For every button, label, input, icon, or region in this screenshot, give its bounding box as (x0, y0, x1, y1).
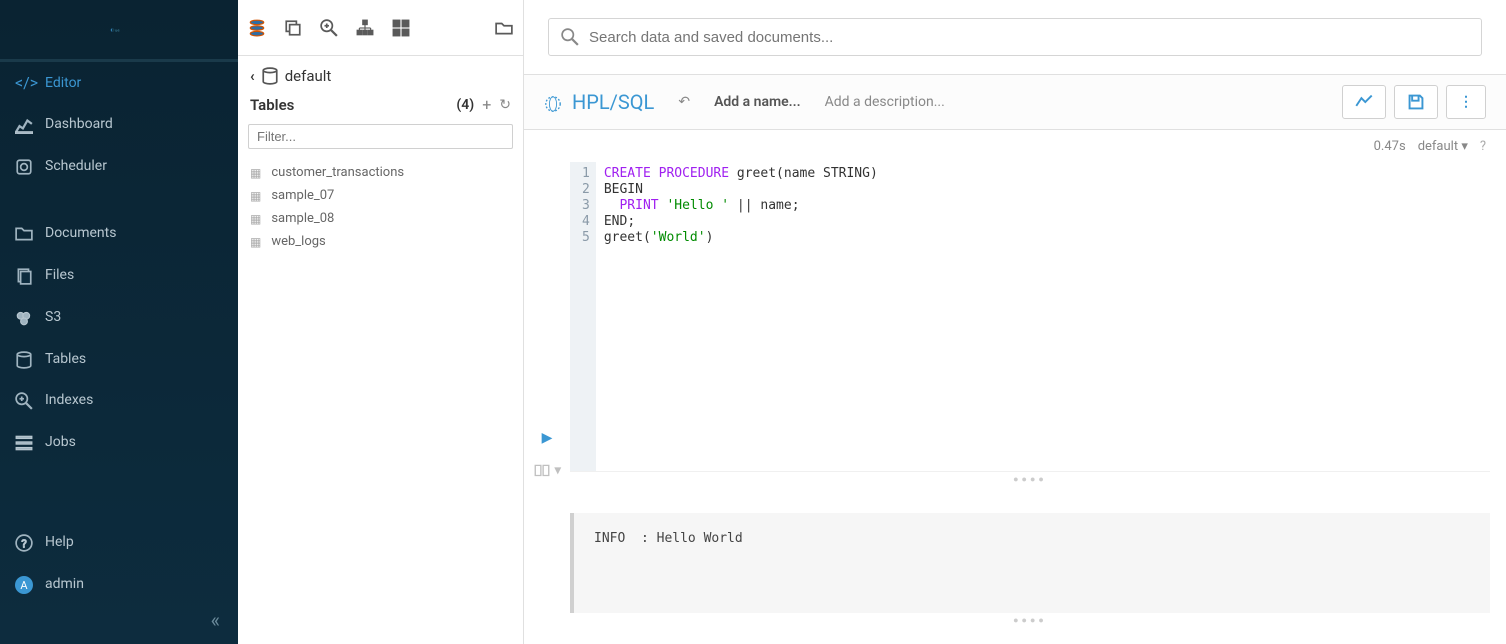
tree-icon[interactable] (356, 17, 374, 38)
clock-icon (15, 156, 33, 176)
editor-type-label: HPL/SQL (572, 90, 654, 114)
nav-scheduler[interactable]: Scheduler (0, 145, 238, 187)
nav-label: admin (45, 576, 84, 592)
nav-label: Scheduler (45, 158, 107, 174)
resize-handle[interactable]: ●●●● (570, 474, 1490, 485)
nav-label: Documents (45, 225, 116, 241)
svg-text:?: ? (21, 537, 26, 550)
table-icon: ▦ (250, 212, 261, 226)
table-icon: ▦ (250, 166, 261, 180)
folder-icon (15, 224, 33, 244)
table-icon: ▦ (250, 189, 261, 203)
table-filter (248, 124, 513, 149)
table-item[interactable]: ▦ sample_08 (238, 207, 523, 230)
cloud-icon (15, 307, 33, 327)
grid-icon[interactable] (392, 17, 410, 38)
nav-label: Dashboard (45, 116, 113, 132)
logo: ue (0, 0, 238, 62)
avatar-icon: A (15, 574, 33, 595)
help-icon: ? (15, 532, 33, 552)
main-area: HPL/SQL ↶ Add a name... Add a descriptio… (524, 0, 1506, 644)
collapse-sidebar-button[interactable]: « (211, 608, 220, 632)
code-content[interactable]: CREATE PROCEDURE greet(name STRING)BEGIN… (596, 162, 1490, 471)
nav-label: Files (45, 267, 74, 283)
nav-label: Tables (45, 351, 86, 367)
db-section-header: Tables (4) + ↻ (238, 89, 523, 120)
nav-label: Indexes (45, 392, 93, 408)
code-icon: </> (15, 73, 33, 92)
output-panel: INFO : Hello World (570, 513, 1490, 613)
nav-documents[interactable]: Documents (0, 213, 238, 255)
nav-tables[interactable]: Tables (0, 338, 238, 380)
table-item[interactable]: ▦ sample_07 (238, 184, 523, 207)
nav-dashboard[interactable]: Dashboard (0, 103, 238, 145)
exec-time: 0.47s (1374, 139, 1406, 154)
help-icon[interactable]: ? (1480, 139, 1486, 154)
db-toolbar (238, 0, 523, 56)
nav-label: Help (45, 534, 74, 550)
search-plus-icon (15, 391, 33, 411)
line-gutter: 12345 (570, 162, 596, 471)
search-input[interactable] (589, 29, 1469, 46)
table-icon: ▦ (250, 235, 261, 249)
editor-type[interactable]: HPL/SQL (544, 90, 654, 114)
nav-files[interactable]: Files (0, 254, 238, 296)
svg-text:ue: ue (115, 27, 120, 32)
nav-jobs[interactable]: Jobs (0, 421, 238, 463)
table-count: (4) (456, 97, 474, 113)
nav-editor[interactable]: </> Editor (0, 62, 238, 103)
table-item[interactable]: ▦ customer_transactions (238, 161, 523, 184)
section-title: Tables (250, 96, 294, 114)
nav-label: Editor (45, 75, 81, 91)
add-icon[interactable]: + (482, 95, 491, 114)
list-icon (15, 432, 33, 452)
zoom-icon[interactable] (320, 17, 338, 38)
db-breadcrumb[interactable]: ‹ default (238, 56, 523, 89)
run-gutter: ▶ ▾ (524, 162, 570, 644)
history-icon[interactable]: ↶ (678, 94, 690, 110)
code-editor[interactable]: 12345 CREATE PROCEDURE greet(name STRING… (570, 162, 1490, 472)
table-item[interactable]: ▦ web_logs (238, 230, 523, 253)
nav-admin[interactable]: A admin (0, 563, 238, 644)
files-icon (15, 265, 33, 285)
table-name: sample_07 (271, 188, 334, 203)
table-name: customer_transactions (271, 165, 404, 180)
table-list: ▦ customer_transactions ▦ sample_07 ▦ sample_… (238, 157, 523, 263)
database-icon (15, 349, 33, 369)
copy-icon[interactable] (284, 17, 302, 38)
run-button[interactable]: ▶ (542, 430, 553, 446)
breadcrumb-label: default (285, 67, 332, 85)
table-name: sample_08 (271, 211, 334, 226)
present-button[interactable]: ▾ (533, 462, 562, 480)
back-icon[interactable]: ‹ (250, 67, 255, 85)
resize-handle[interactable]: ●●●● (570, 615, 1490, 626)
db-panel: ‹ default Tables (4) + ↻ ▦ customer_trans… (238, 0, 524, 644)
more-button[interactable]: ⋮ (1446, 85, 1486, 119)
editor-header: HPL/SQL ↶ Add a name... Add a descriptio… (524, 74, 1506, 130)
save-button[interactable] (1394, 85, 1438, 119)
nav-s3[interactable]: S3 (0, 296, 238, 338)
database-selector[interactable]: default ▾ (1418, 139, 1468, 154)
filter-input[interactable] (248, 124, 513, 149)
nav-indexes[interactable]: Indexes (0, 380, 238, 422)
description-input[interactable]: Add a description... (825, 94, 945, 110)
database-icon (261, 66, 279, 85)
nav-label: S3 (45, 309, 61, 325)
chart-icon (15, 114, 33, 134)
chart-button[interactable] (1342, 85, 1386, 119)
status-row: 0.47s default ▾ ? (524, 130, 1506, 162)
sources-icon[interactable] (248, 17, 266, 38)
search-wrap[interactable] (548, 18, 1482, 56)
search-bar (524, 0, 1506, 74)
nav-label: Jobs (45, 434, 76, 450)
left-sidebar: ue </> Editor Dashboard Scheduler Docume… (0, 0, 238, 644)
table-name: web_logs (271, 234, 325, 249)
globe-icon (544, 90, 562, 114)
folder-open-icon[interactable] (495, 17, 513, 38)
nav-help[interactable]: ? Help (0, 521, 238, 563)
refresh-icon[interactable]: ↻ (499, 97, 511, 113)
search-icon (561, 28, 579, 46)
name-input[interactable]: Add a name... (714, 94, 801, 110)
